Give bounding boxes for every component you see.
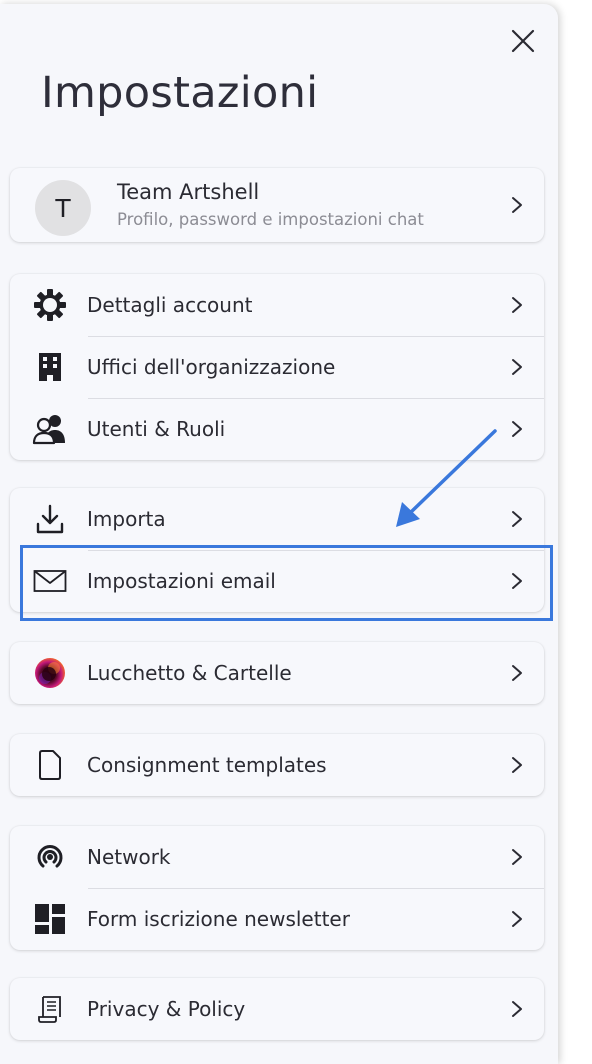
settings-group-privacy: Privacy & Policy [10, 978, 544, 1040]
document-icon [32, 747, 68, 783]
menu-item-label: Network [87, 845, 171, 869]
highlight-box [20, 545, 553, 621]
profile-subtitle: Profilo, password e impostazioni chat [117, 210, 424, 229]
menu-item-uffici-organizzazione[interactable]: Uffici dell'organizzazione [10, 336, 544, 398]
menu-item-privacy-policy[interactable]: Privacy & Policy [10, 978, 544, 1040]
profile-name: Team Artshell [117, 180, 260, 204]
page-title: Impostazioni [41, 68, 319, 118]
chevron-right-icon [510, 357, 524, 377]
users-icon [32, 411, 68, 447]
settings-panel: Impostazioni T Team Artshell Profilo, pa… [0, 4, 558, 1064]
lucchetto-logo-icon [32, 655, 68, 691]
menu-item-label: Lucchetto & Cartelle [87, 661, 292, 685]
menu-item-utenti-ruoli[interactable]: Utenti & Ruoli [10, 398, 544, 460]
avatar: T [35, 180, 91, 236]
menu-item-importa[interactable]: Importa [10, 488, 544, 550]
building-icon [32, 349, 68, 385]
scroll-icon [32, 991, 68, 1027]
menu-item-label: Uffici dell'organizzazione [87, 355, 336, 379]
menu-item-label: Privacy & Policy [87, 997, 246, 1021]
gear-icon [32, 287, 68, 323]
settings-group-network: Network Form iscrizione newsletter [10, 826, 544, 950]
close-button[interactable] [508, 26, 538, 56]
settings-group-account: Dettagli account Uffici dell'organizzazi… [10, 274, 544, 460]
profile-row[interactable]: T Team Artshell Profilo, password e impo… [10, 168, 544, 242]
broadcast-icon [32, 839, 68, 875]
chevron-right-icon [510, 295, 524, 315]
dashboard-grid-icon [32, 901, 68, 937]
menu-item-label: Utenti & Ruoli [87, 417, 226, 441]
chevron-right-icon [510, 999, 524, 1019]
profile-card[interactable]: T Team Artshell Profilo, password e impo… [10, 168, 544, 242]
close-icon [511, 29, 535, 53]
menu-item-label: Form iscrizione newsletter [87, 907, 350, 931]
menu-item-network[interactable]: Network [10, 826, 544, 888]
chevron-right-icon [510, 663, 524, 683]
menu-item-label: Dettagli account [87, 293, 253, 317]
chevron-right-icon [510, 755, 524, 775]
chevron-right-icon [510, 847, 524, 867]
chevron-right-icon [510, 909, 524, 929]
menu-item-label: Consignment templates [87, 753, 327, 777]
menu-item-form-newsletter[interactable]: Form iscrizione newsletter [10, 888, 544, 950]
download-icon [32, 501, 68, 537]
menu-item-lucchetto-cartelle[interactable]: Lucchetto & Cartelle [10, 642, 544, 704]
chevron-right-icon [510, 195, 524, 215]
settings-group-templates: Consignment templates [10, 734, 544, 796]
menu-item-consignment-templates[interactable]: Consignment templates [10, 734, 544, 796]
chevron-right-icon [510, 419, 524, 439]
menu-item-dettagli-account[interactable]: Dettagli account [10, 274, 544, 336]
settings-group-lucchetto: Lucchetto & Cartelle [10, 642, 544, 704]
chevron-right-icon [510, 509, 524, 529]
menu-item-label: Importa [87, 507, 166, 531]
